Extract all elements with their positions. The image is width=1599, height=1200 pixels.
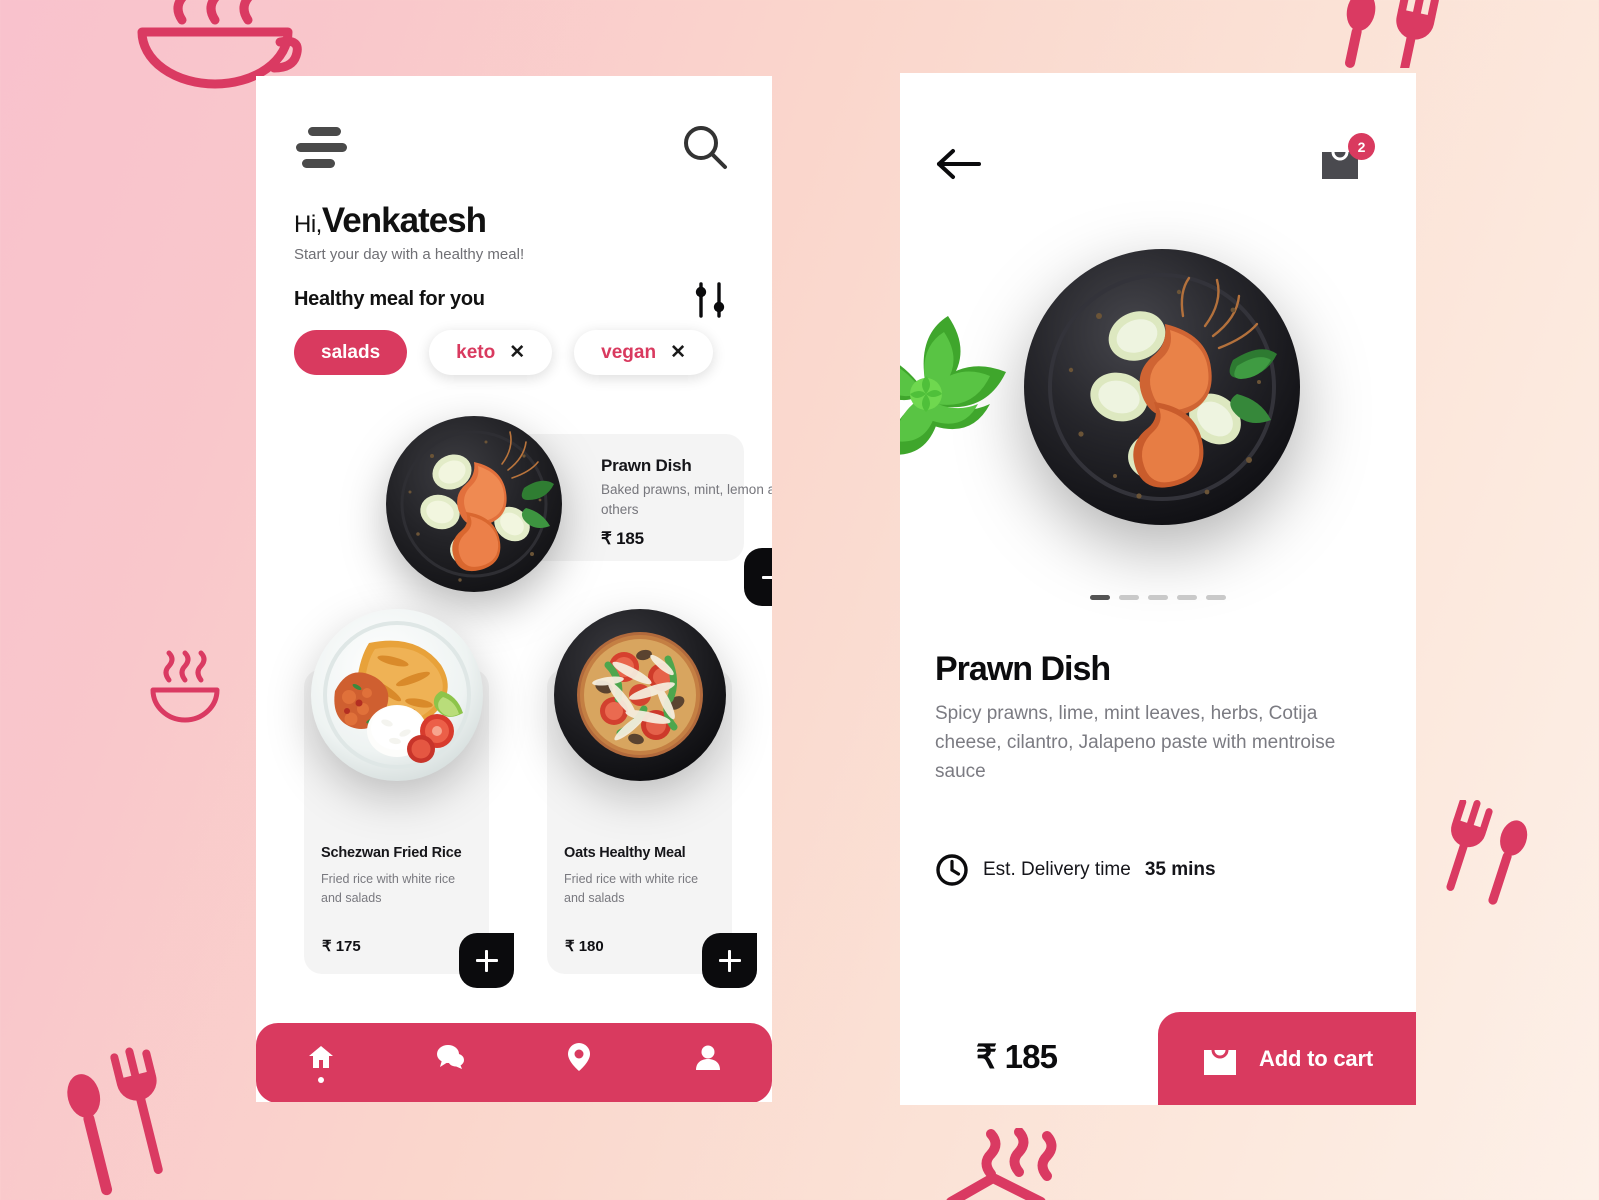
mint-leaves-photo xyxy=(900,310,1015,460)
detail-title: Prawn Dish xyxy=(935,650,1111,688)
nav-item-profile[interactable] xyxy=(643,1023,772,1102)
filter-chips: salads keto ✕ vegan ✕ xyxy=(294,330,713,375)
sliders-icon[interactable] xyxy=(692,281,728,319)
decoration-steam-bottom-center xyxy=(945,1128,1075,1200)
plus-icon xyxy=(762,566,772,588)
decoration-spoon-fork-mid-right xyxy=(1430,800,1540,910)
nav-item-home[interactable] xyxy=(256,1023,385,1102)
cart-button[interactable]: 2 xyxy=(1318,133,1375,185)
decoration-spoon-fork-top-right xyxy=(1326,0,1441,68)
image-carousel-indicators xyxy=(1090,595,1226,600)
delivery-estimate: Est. Delivery time 35 mins xyxy=(935,853,1216,887)
close-icon[interactable]: ✕ xyxy=(509,343,525,362)
carousel-dot[interactable] xyxy=(1206,595,1226,600)
chat-icon xyxy=(436,1045,464,1069)
bottom-navigation xyxy=(256,1023,772,1102)
detail-screen: 2 Prawn Dish Spicy prawns, lime, mint le… xyxy=(900,73,1416,1105)
detail-description: Spicy prawns, lime, mint leaves, herbs, … xyxy=(935,703,1336,782)
prawn-plate-photo xyxy=(374,404,574,604)
chip-salads[interactable]: salads xyxy=(294,330,408,375)
location-pin-icon xyxy=(567,1043,590,1071)
eta-value: 35 mins xyxy=(1144,859,1216,880)
shopping-bag-icon xyxy=(1204,1048,1237,1075)
home-topbar xyxy=(256,76,772,196)
decoration-spoon-fork-bottom-left xyxy=(63,1035,183,1200)
nav-item-chat[interactable] xyxy=(385,1023,514,1102)
chip-label: keto xyxy=(456,341,496,363)
carousel-dot[interactable] xyxy=(1090,595,1110,600)
food-card-schezwan-fried-rice[interactable]: Schezwan Fried Rice Fried rice with whit… xyxy=(304,609,514,988)
food-name: Schezwan Fried Rice xyxy=(321,845,462,861)
home-icon xyxy=(308,1046,333,1068)
oats-meal-pan-photo xyxy=(544,599,736,791)
clock-icon xyxy=(936,854,968,886)
greeting-subtitle: Start your day with a healthy meal! xyxy=(294,246,525,263)
add-to-cart-button[interactable] xyxy=(459,933,514,988)
eta-label: Est. Delivery time xyxy=(983,859,1131,880)
greeting-prefix: Hi, xyxy=(294,211,322,238)
featured-price: ₹ 185 xyxy=(601,529,644,548)
chip-label: salads xyxy=(321,341,381,363)
user-name: Venkatesh xyxy=(321,201,487,240)
food-card-oats-healthy-meal[interactable]: Oats Healthy Meal Fried rice with white … xyxy=(547,609,757,988)
decoration-bowl-steam-mid-left xyxy=(145,648,225,728)
featured-name: Prawn Dish xyxy=(601,456,692,475)
hamburger-icon[interactable] xyxy=(296,127,354,171)
detail-price: ₹ 185 xyxy=(976,1038,1058,1075)
carousel-dot[interactable] xyxy=(1148,595,1168,600)
chip-vegan[interactable]: vegan ✕ xyxy=(574,330,713,375)
carousel-dot[interactable] xyxy=(1177,595,1197,600)
close-icon[interactable]: ✕ xyxy=(670,343,686,362)
arrow-left-icon[interactable] xyxy=(935,145,983,183)
plus-icon xyxy=(475,949,498,972)
featured-food-card[interactable]: Prawn Dish Baked prawns, mint, lemon and… xyxy=(386,416,772,606)
prawn-plate-photo xyxy=(1019,244,1305,530)
chip-label: vegan xyxy=(601,341,657,363)
add-to-cart-button[interactable] xyxy=(702,933,757,988)
featured-text: Prawn Dish Baked prawns, mint, lemon and… xyxy=(601,456,772,519)
food-name: Oats Healthy Meal xyxy=(564,845,686,861)
nav-active-dot xyxy=(317,1077,324,1083)
greeting: Hi,Venkatesh xyxy=(294,201,487,240)
fried-rice-plate-photo xyxy=(301,599,493,791)
food-price: ₹ 180 xyxy=(565,938,604,955)
food-price: ₹ 175 xyxy=(322,938,361,955)
food-description: Fried rice with white rice and salads xyxy=(564,872,699,905)
food-description: Fried rice with white rice and salads xyxy=(321,872,456,905)
carousel-dot[interactable] xyxy=(1119,595,1139,600)
plus-icon xyxy=(718,949,741,972)
featured-description: Baked prawns, mint, lemon and others xyxy=(601,482,772,517)
chip-keto[interactable]: keto ✕ xyxy=(429,330,553,375)
user-icon xyxy=(695,1045,720,1070)
cart-count-badge: 2 xyxy=(1348,133,1375,160)
section-title: Healthy meal for you xyxy=(294,288,485,310)
add-to-cart-button[interactable] xyxy=(744,548,772,606)
add-to-cart-button[interactable]: Add to cart xyxy=(1158,1012,1416,1105)
search-icon[interactable] xyxy=(682,124,728,170)
nav-item-location[interactable] xyxy=(514,1023,643,1102)
home-screen: Hi,Venkatesh Start your day with a healt… xyxy=(256,76,772,1102)
add-to-cart-label: Add to cart xyxy=(1259,1045,1373,1071)
